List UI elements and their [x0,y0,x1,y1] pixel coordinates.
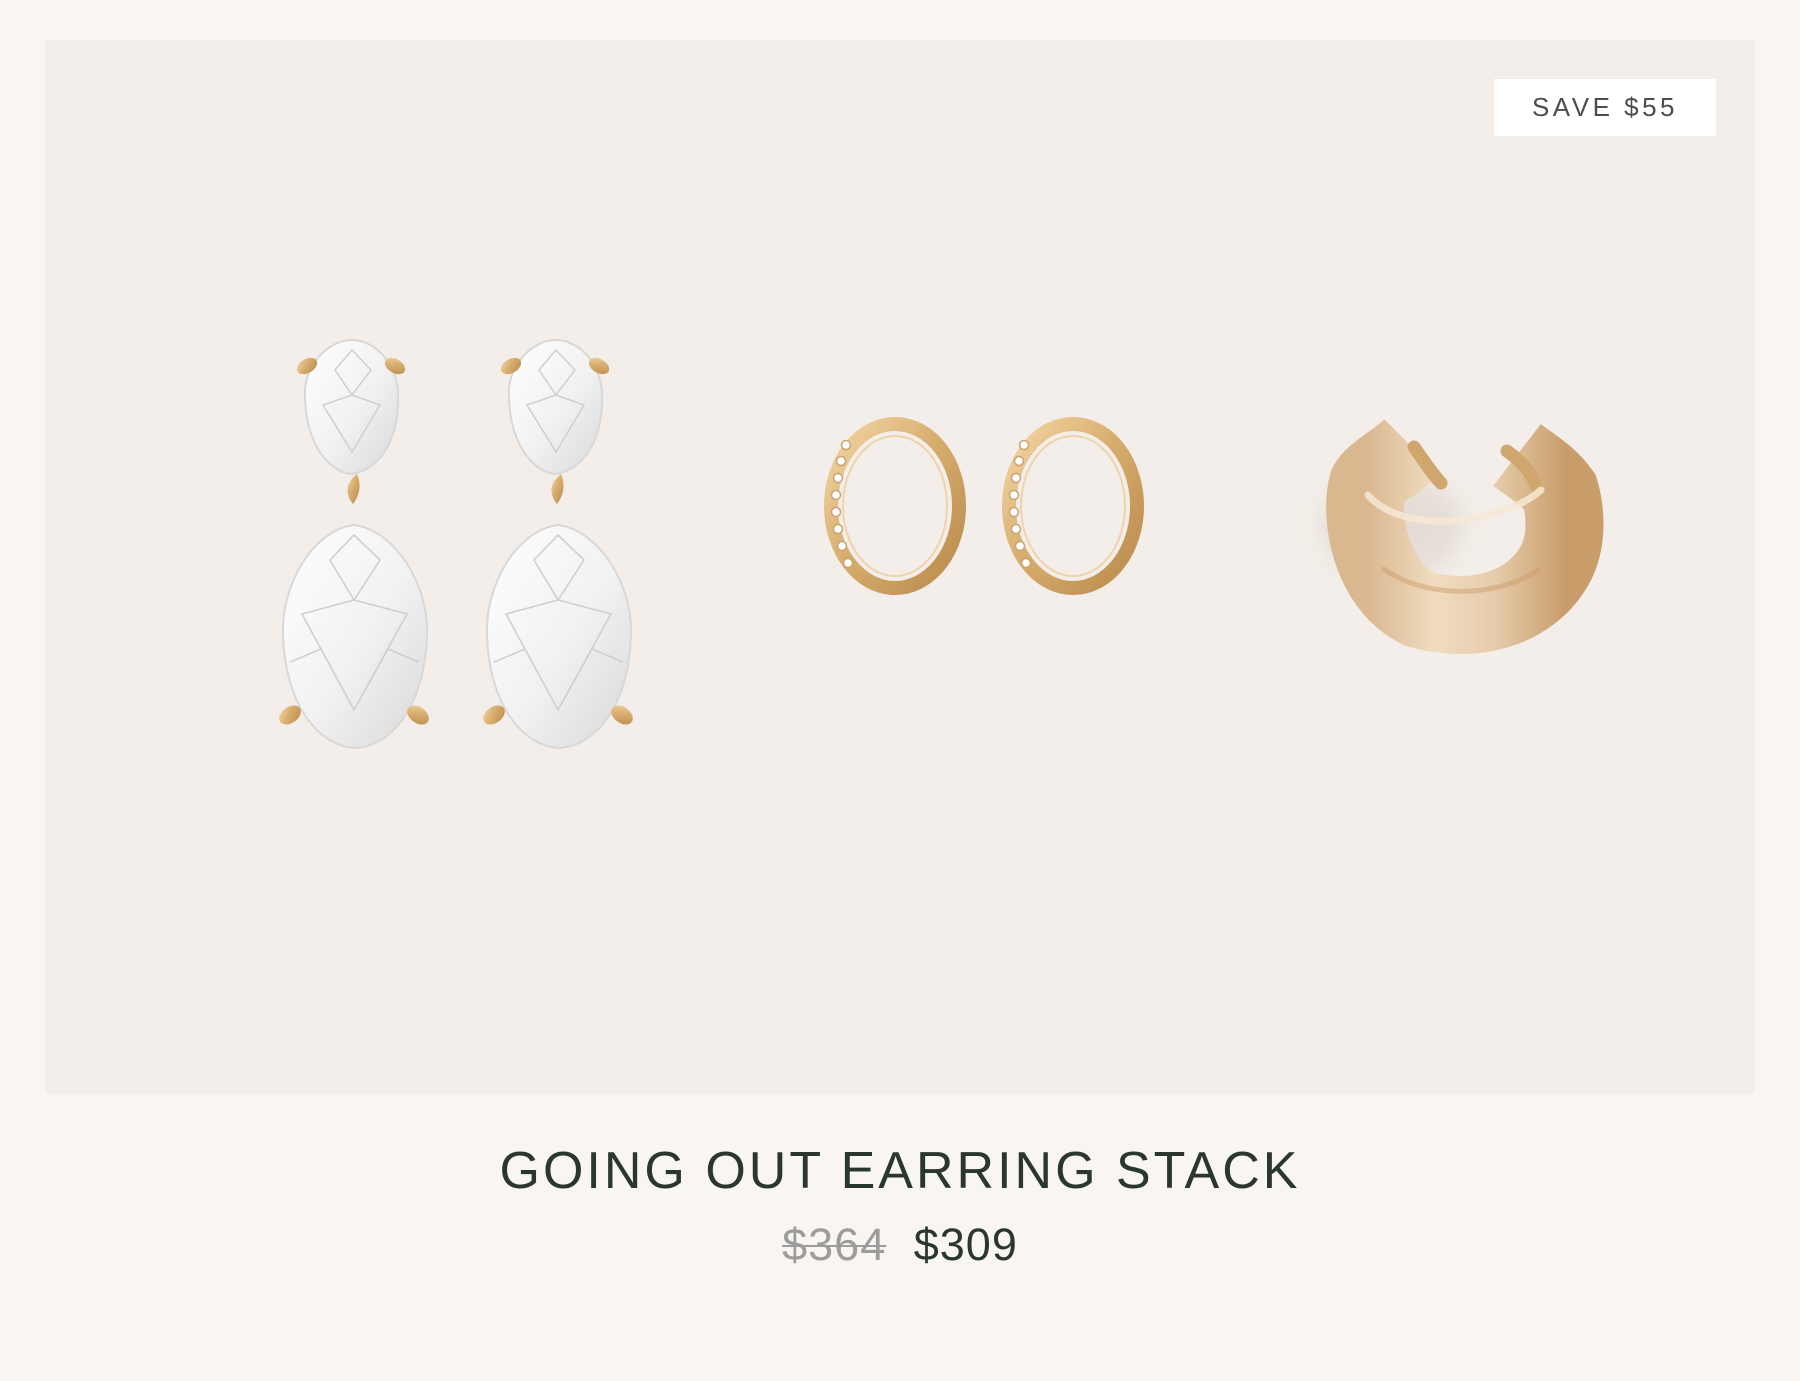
pear-drop-earrings-icon [279,338,633,750]
sale-price: $309 [913,1219,1018,1270]
pave-huggie-hoops-icon [824,417,1144,595]
price-row: $364 $309 [0,1218,1800,1272]
original-price: $364 [782,1219,887,1270]
ear-cuff-icon [1322,418,1604,654]
product-card[interactable]: SAVE $55 GOING OUT EARRING STACK $364 $3… [0,0,1800,1381]
product-title[interactable]: GOING OUT EARRING STACK [0,1140,1800,1202]
